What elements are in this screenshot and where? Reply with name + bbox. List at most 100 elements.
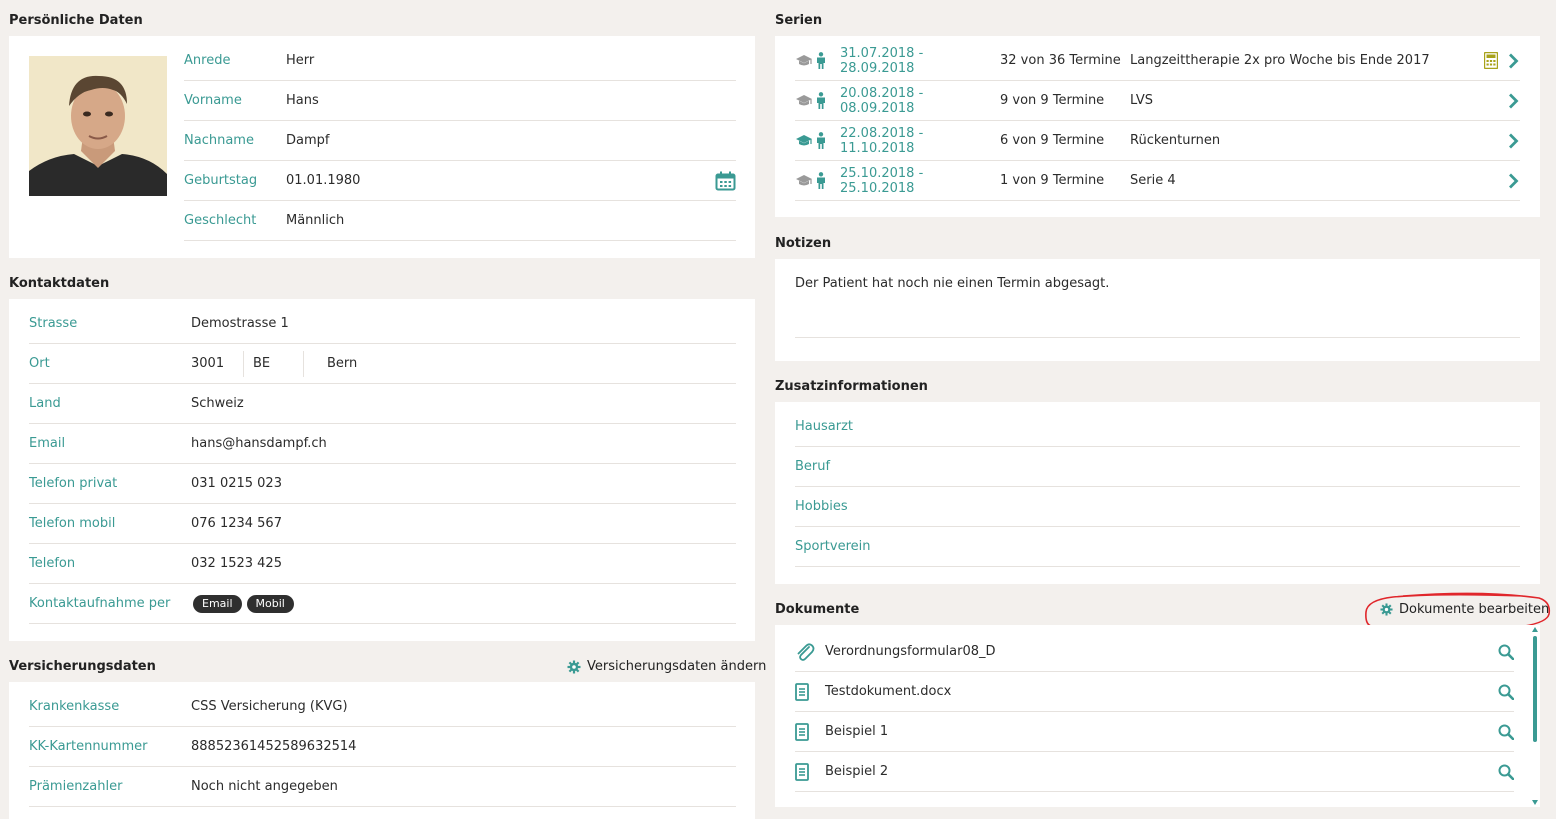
kartennummer-value[interactable]: 88852361452589632514 [191, 739, 356, 754]
document-row[interactable]: Beispiel 1 [795, 712, 1514, 752]
series-section-title: Serien [775, 13, 823, 28]
praemienzahler-label: Prämienzahler [29, 779, 123, 794]
extra-row-hausarzt[interactable]: Hausarzt [795, 407, 1520, 447]
vorname-label: Vorname [184, 93, 242, 108]
search-icon[interactable] [1498, 644, 1514, 660]
telefon-mobil-value[interactable]: 076 1234 567 [191, 516, 282, 531]
calendar-icon[interactable] [715, 171, 736, 191]
series-row[interactable]: 20.08.2018 - 08.09.2018 9 von 9 Termine … [795, 81, 1520, 121]
kanton-value[interactable]: BE [244, 350, 304, 377]
email-value[interactable]: hans@hansdampf.ch [191, 436, 327, 451]
krankenkasse-label: Krankenkasse [29, 699, 120, 714]
series-count: 1 von 9 Termine [1000, 173, 1105, 188]
series-name: Langzeittherapie 2x pro Woche bis Ende 2… [1130, 53, 1430, 68]
contact-chip-mobil[interactable]: Mobil [246, 594, 294, 613]
krankenkasse-value[interactable]: CSS Versicherung (KVG) [191, 699, 348, 714]
geburtstag-label: Geburtstag [184, 173, 258, 188]
contact-row-strasse: Strasse Demostrasse 1 [29, 304, 736, 344]
contact-section-title: Kontaktdaten [9, 276, 110, 291]
personal-row-geburtstag: Geburtstag 01.01.1980 [184, 161, 736, 201]
graduation-cap-icon [795, 94, 815, 107]
notes-textarea[interactable]: Der Patient hat noch nie einen Termin ab… [795, 276, 1520, 338]
person-icon [815, 132, 840, 149]
contact-chip-email[interactable]: Email [193, 594, 242, 613]
land-value[interactable]: Schweiz [191, 396, 244, 411]
contact-row-land: Land Schweiz [29, 384, 736, 424]
notes-text: Der Patient hat noch nie einen Termin ab… [795, 276, 1110, 291]
personal-row-vorname: Vorname Hans [184, 81, 736, 121]
series-row[interactable]: 31.07.2018 - 28.09.2018 32 von 36 Termin… [795, 41, 1520, 81]
anrede-label: Anrede [184, 53, 231, 68]
document-row[interactable]: Beispiel 2 [795, 752, 1514, 792]
telefon-value[interactable]: 032 1523 425 [191, 556, 282, 571]
email-label: Email [29, 436, 66, 451]
vorname-value[interactable]: Hans [286, 93, 319, 108]
extra-row-sportverein[interactable]: Sportverein [795, 527, 1520, 567]
calculator-icon[interactable] [1484, 52, 1498, 69]
search-icon[interactable] [1498, 764, 1514, 780]
kontaktaufnahme-label: Kontaktaufnahme per [29, 596, 171, 611]
extra-row-hobbies[interactable]: Hobbies [795, 487, 1520, 527]
contact-row-telefon: Telefon 032 1523 425 [29, 544, 736, 584]
beruf-label: Beruf [795, 459, 831, 474]
notes-section-title: Notizen [775, 236, 832, 251]
telefon-privat-value[interactable]: 031 0215 023 [191, 476, 282, 491]
strasse-label: Strasse [29, 316, 78, 331]
patient-photo [29, 56, 167, 196]
geschlecht-value[interactable]: Männlich [286, 213, 344, 228]
extra-row-beruf[interactable]: Beruf [795, 447, 1520, 487]
search-icon[interactable] [1498, 684, 1514, 700]
land-label: Land [29, 396, 61, 411]
series-dates: 31.07.2018 - 28.09.2018 [840, 45, 924, 76]
series-count: 6 von 9 Termine [1000, 133, 1105, 148]
geburtstag-value[interactable]: 01.01.1980 [286, 173, 715, 188]
extra-section-title: Zusatzinformationen [775, 379, 928, 394]
chevron-right-icon[interactable] [1506, 173, 1520, 189]
person-icon [815, 92, 840, 109]
telefon-label: Telefon [29, 556, 76, 571]
contact-row-telefon-mobil: Telefon mobil 076 1234 567 [29, 504, 736, 544]
plz-value[interactable]: 3001 [191, 350, 244, 377]
person-icon [815, 172, 840, 189]
document-name: Verordnungsformular08_D [825, 644, 996, 659]
chevron-right-icon[interactable] [1506, 133, 1520, 149]
anrede-value[interactable]: Herr [286, 53, 314, 68]
series-dates: 20.08.2018 - 08.09.2018 [840, 85, 924, 116]
document-icon [795, 722, 825, 741]
nachname-label: Nachname [184, 133, 254, 148]
telefon-privat-label: Telefon privat [29, 476, 118, 491]
chevron-right-icon[interactable] [1506, 93, 1520, 109]
hobbies-label: Hobbies [795, 499, 848, 514]
edit-documents-label: Dokumente bearbeiten [1399, 602, 1550, 617]
ort-label: Ort [29, 356, 50, 371]
chevron-right-icon[interactable] [1506, 53, 1520, 69]
sportverein-label: Sportverein [795, 539, 871, 554]
edit-documents-button[interactable]: Dokumente bearbeiten [1380, 602, 1549, 617]
series-count: 9 von 9 Termine [1000, 93, 1105, 108]
personal-row-nachname: Nachname Dampf [184, 121, 736, 161]
graduation-cap-icon [795, 134, 815, 147]
ort-value[interactable]: Bern [304, 356, 357, 371]
documents-scrollbar[interactable] [1530, 626, 1540, 806]
insurance-section-title: Versicherungsdaten [9, 659, 156, 674]
gear-icon [1380, 603, 1393, 616]
personal-row-geschlecht: Geschlecht Männlich [184, 201, 736, 241]
geschlecht-label: Geschlecht [184, 213, 257, 228]
person-icon [815, 52, 840, 69]
strasse-value[interactable]: Demostrasse 1 [191, 316, 289, 331]
document-row[interactable]: Testdokument.docx [795, 672, 1514, 712]
series-row[interactable]: 25.10.2018 - 25.10.2018 1 von 9 Termine … [795, 161, 1520, 201]
contact-row-telefon-privat: Telefon privat 031 0215 023 [29, 464, 736, 504]
nachname-value[interactable]: Dampf [286, 133, 329, 148]
document-name: Beispiel 2 [825, 764, 889, 779]
paperclip-icon [795, 642, 825, 662]
document-row[interactable]: Verordnungsformular08_D [795, 632, 1514, 672]
insurance-row-krankenkasse: Krankenkasse CSS Versicherung (KVG) [29, 687, 736, 727]
praemienzahler-value[interactable]: Noch nicht angegeben [191, 779, 338, 794]
edit-insurance-button[interactable]: Versicherungsdaten ändern [567, 659, 766, 674]
kartennummer-label: KK-Kartennummer [29, 739, 148, 754]
search-icon[interactable] [1498, 724, 1514, 740]
insurance-row-praemienzahler: Prämienzahler Noch nicht angegeben [29, 767, 736, 807]
hausarzt-label: Hausarzt [795, 419, 853, 434]
series-row[interactable]: 22.08.2018 - 11.10.2018 6 von 9 Termine … [795, 121, 1520, 161]
